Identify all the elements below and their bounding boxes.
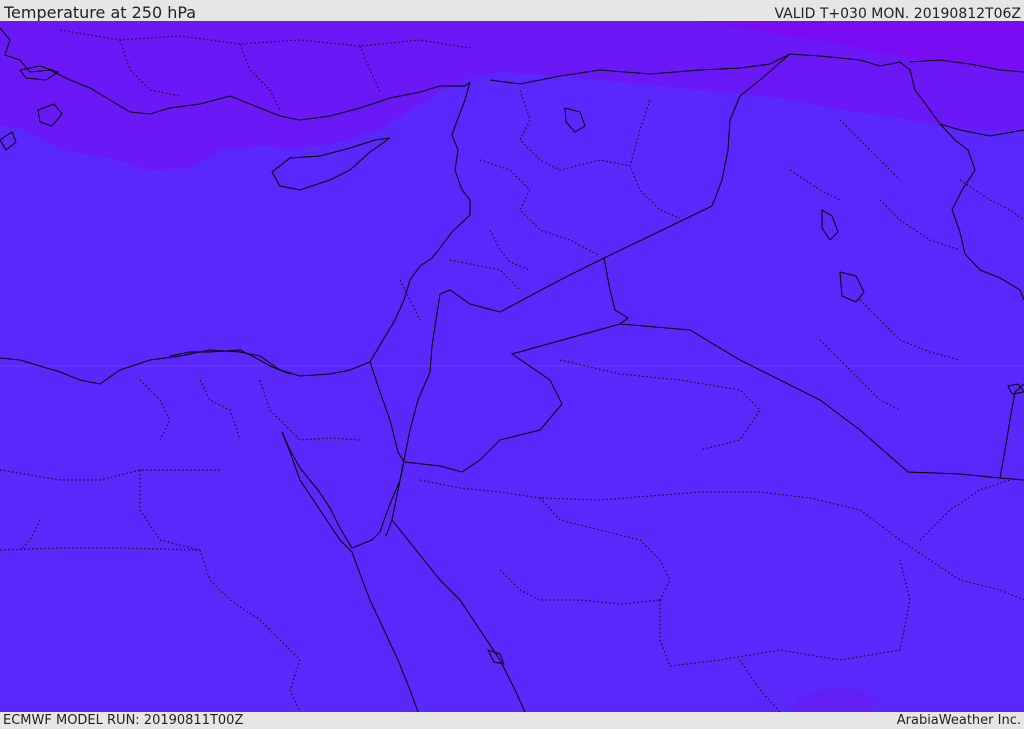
header-bar: Temperature at 250 hPa VALID T+030 MON. … xyxy=(0,0,1024,22)
temperature-map xyxy=(0,21,1024,712)
credit-label: ArabiaWeather Inc. xyxy=(896,713,1021,728)
footer-bar: ECMWF MODEL RUN: 20190811T00Z ArabiaWeat… xyxy=(0,712,1024,729)
model-run-label: ECMWF MODEL RUN: 20190811T00Z xyxy=(3,713,244,728)
weather-map-frame: Temperature at 250 hPa VALID T+030 MON. … xyxy=(0,0,1024,729)
map-canvas xyxy=(0,21,1024,712)
map-title: Temperature at 250 hPa xyxy=(4,3,197,22)
